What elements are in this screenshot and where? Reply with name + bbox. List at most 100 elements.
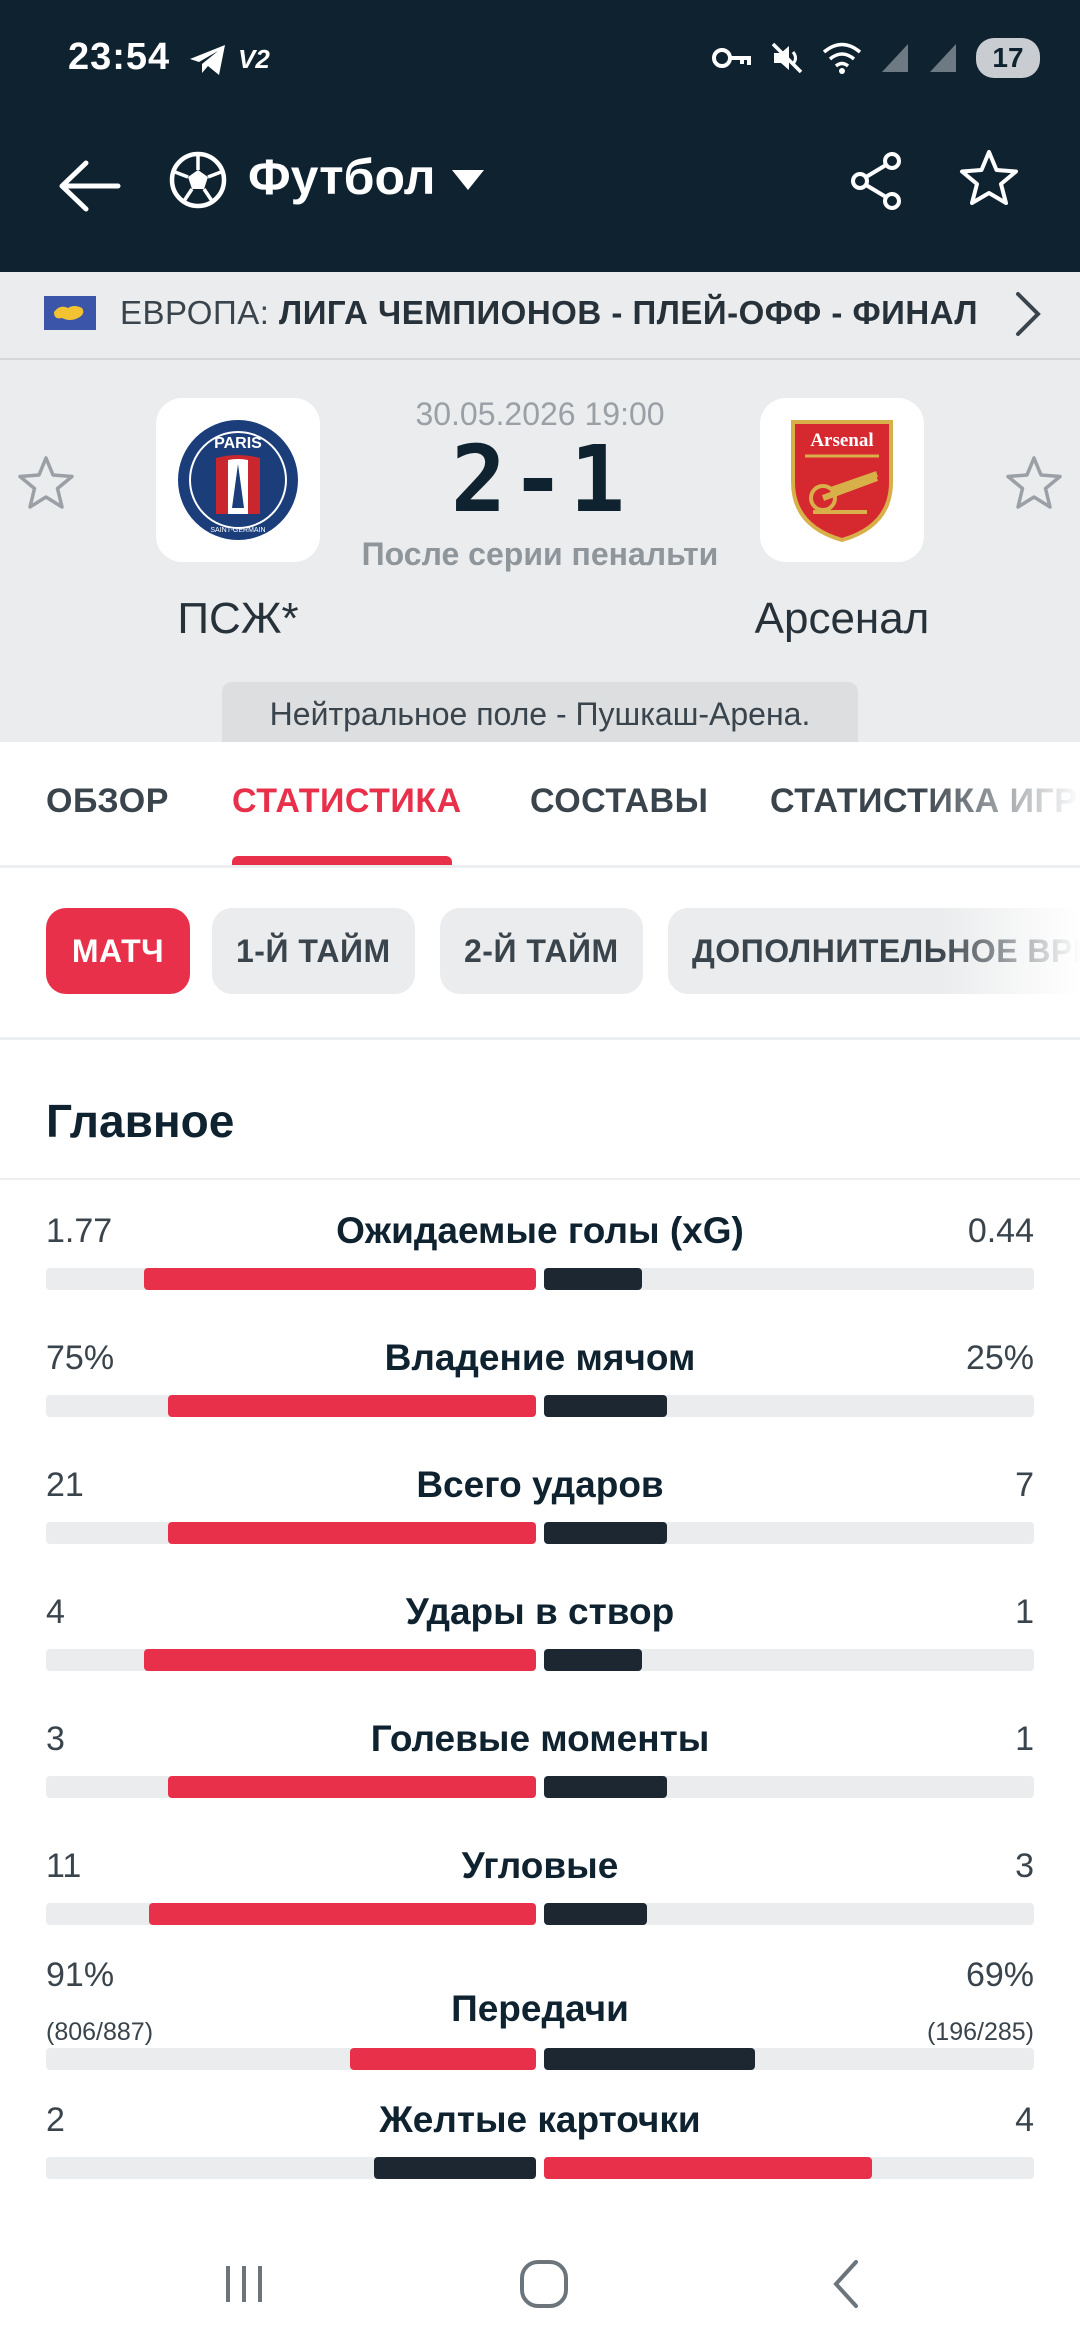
stat-label: Ожидаемые голы (xG) <box>336 1210 744 1251</box>
wifi-icon <box>822 42 862 74</box>
app-header: 23:54 V2 17 Футбол <box>0 0 1080 272</box>
telegram-icon <box>190 45 225 75</box>
stat-home-bar-track <box>46 1903 536 1925</box>
back-icon[interactable] <box>818 2254 878 2314</box>
stat-home-bar-track <box>46 2048 536 2070</box>
toolbar: Футбол <box>0 140 1080 230</box>
stat-away-bar-track <box>544 1776 1034 1798</box>
stat-away-bar-track <box>544 2048 1034 2070</box>
away-team-name[interactable]: Арсенал <box>692 594 992 644</box>
chips-fade-overlay <box>940 868 1080 1037</box>
stat-home-bar <box>144 1268 536 1290</box>
stat-home-bar-track <box>46 2157 536 2179</box>
stat-home-bar <box>168 1522 536 1544</box>
match-score: 2-1 <box>450 426 630 533</box>
active-tab-indicator <box>232 856 452 865</box>
stat-away-bar <box>544 2157 872 2179</box>
stat-away-bar <box>544 1268 642 1290</box>
stat-away-bar-track <box>544 1903 1034 1925</box>
stat-row: 3 Голевые моменты 1 <box>0 1694 1080 1820</box>
stat-away-value: 7 <box>1015 1466 1034 1504</box>
breadcrumb-competition: ЛИГА ЧЕМПИОНОВ - ПЛЕЙ-ОФФ - ФИНАЛ <box>279 294 979 331</box>
home-favorite-star-icon[interactable] <box>16 454 76 514</box>
stat-home-value: 21 <box>46 1466 84 1504</box>
match-tabs: ОБЗОР СТАТИСТИКА СОСТАВЫ СТАТИСТИКА ИГРО… <box>0 742 1080 868</box>
status-icons: 17 <box>712 36 1040 80</box>
stat-away-bar <box>544 1522 667 1544</box>
star-icon[interactable] <box>958 148 1020 210</box>
volte-indicator: V2 <box>238 44 270 74</box>
chevron-right-icon[interactable] <box>1010 288 1046 340</box>
stat-home-value: 91% <box>46 1956 115 1994</box>
stat-home-value: 3 <box>46 1720 65 1758</box>
stat-away-bar <box>544 2048 755 2070</box>
stat-label: Владение мячом <box>384 1337 696 1378</box>
stat-home-value: 4 <box>46 1593 65 1631</box>
stat-away-value: 1 <box>1015 1593 1034 1631</box>
stat-label: Желтые карточки <box>379 2099 701 2140</box>
stat-away-value: 1 <box>1015 1720 1034 1758</box>
psg-logo-sub: SAINT-GERMAIN <box>210 527 265 534</box>
away-favorite-star-icon[interactable] <box>1004 454 1064 514</box>
stat-label: Всего ударов <box>416 1464 664 1505</box>
home-team-logo[interactable]: PARIS SAINT-GERMAIN <box>156 398 320 562</box>
psg-logo-text: PARIS <box>214 435 262 452</box>
competition-breadcrumb[interactable]: ЕВРОПА: ЛИГА ЧЕМПИОНОВ - ПЛЕЙ-ОФФ - ФИНА… <box>0 272 1080 360</box>
europe-flag-icon <box>44 296 96 330</box>
breadcrumb-region: ЕВРОПА: <box>120 294 280 331</box>
stat-away-bar-track <box>544 2157 1034 2179</box>
stat-row: 91% Передачи 69% (806/887) (196/285) <box>0 1948 1080 2074</box>
stat-away-value: 0.44 <box>967 1212 1034 1250</box>
away-team-logo[interactable]: Arsenal <box>760 398 924 562</box>
share-icon[interactable] <box>848 150 904 212</box>
home-team-name[interactable]: ПСЖ* <box>88 594 388 644</box>
tabs-fade-overlay <box>920 742 1080 862</box>
stat-home-bar <box>168 1776 536 1798</box>
stat-label: Удары в створ <box>405 1591 675 1632</box>
match-status-note: После серии пенальти <box>361 536 719 572</box>
stat-home-bar <box>168 1395 536 1417</box>
stat-home-subvalue: (806/887) <box>46 2018 154 2046</box>
section-title: Главное <box>46 1095 235 1147</box>
stat-away-value: 4 <box>1015 2101 1034 2139</box>
stat-away-subvalue: (196/285) <box>926 2018 1034 2046</box>
stat-away-value: 3 <box>1015 1847 1034 1885</box>
stat-away-bar-track <box>544 1395 1034 1417</box>
status-time: 23:54 <box>68 36 171 78</box>
recent-apps-icon[interactable] <box>214 2254 274 2314</box>
chip-first-half[interactable]: 1-Й ТАЙМ <box>212 908 415 994</box>
chip-second-half[interactable]: 2-Й ТАЙМ <box>440 908 643 994</box>
stat-home-bar-track <box>46 1395 536 1417</box>
signal-icon <box>882 44 908 72</box>
stat-label: Угловые <box>461 1845 619 1886</box>
tab-overview[interactable]: ОБЗОР <box>46 782 169 821</box>
stat-away-bar <box>544 1649 642 1671</box>
home-icon[interactable] <box>514 2254 574 2314</box>
chip-match[interactable]: МАТЧ <box>46 908 190 994</box>
mute-icon <box>771 42 803 74</box>
match-header: PARIS SAINT-GERMAIN ПСЖ* 30.05.2026 19:0… <box>0 360 1080 742</box>
battery-indicator: 17 <box>976 38 1040 78</box>
dropdown-caret-icon[interactable] <box>450 168 486 192</box>
stat-label: Голевые моменты <box>370 1718 710 1759</box>
stat-away-bar <box>544 1903 647 1925</box>
stat-away-bar <box>544 1395 667 1417</box>
stat-row: 1.77 Ожидаемые голы (xG) 0.44 <box>0 1186 1080 1312</box>
period-filter: МАТЧ 1-Й ТАЙМ 2-Й ТАЙМ ДОПОЛНИТЕЛЬНОЕ ВР… <box>0 868 1080 1040</box>
tab-statistics[interactable]: СТАТИСТИКА <box>232 782 462 821</box>
stat-label: Передачи <box>451 1988 629 2029</box>
soccer-ball-icon <box>169 151 227 209</box>
stat-row: 21 Всего ударов 7 <box>0 1440 1080 1566</box>
stat-row: 11 Угловые 3 <box>0 1821 1080 1947</box>
stat-home-bar-track <box>46 1268 536 1290</box>
tab-lineups[interactable]: СОСТАВЫ <box>530 782 708 821</box>
system-nav-bar <box>0 2210 1080 2340</box>
sport-title[interactable]: Футбол <box>248 148 436 206</box>
stat-home-bar-track <box>46 1776 536 1798</box>
stat-home-bar <box>149 1903 536 1925</box>
stat-row: 2 Желтые карточки 4 <box>0 2075 1080 2201</box>
stat-home-bar <box>374 2157 536 2179</box>
back-arrow-icon[interactable] <box>56 158 122 214</box>
stat-away-value: 69% <box>965 1956 1034 1994</box>
stat-away-bar-track <box>544 1649 1034 1671</box>
